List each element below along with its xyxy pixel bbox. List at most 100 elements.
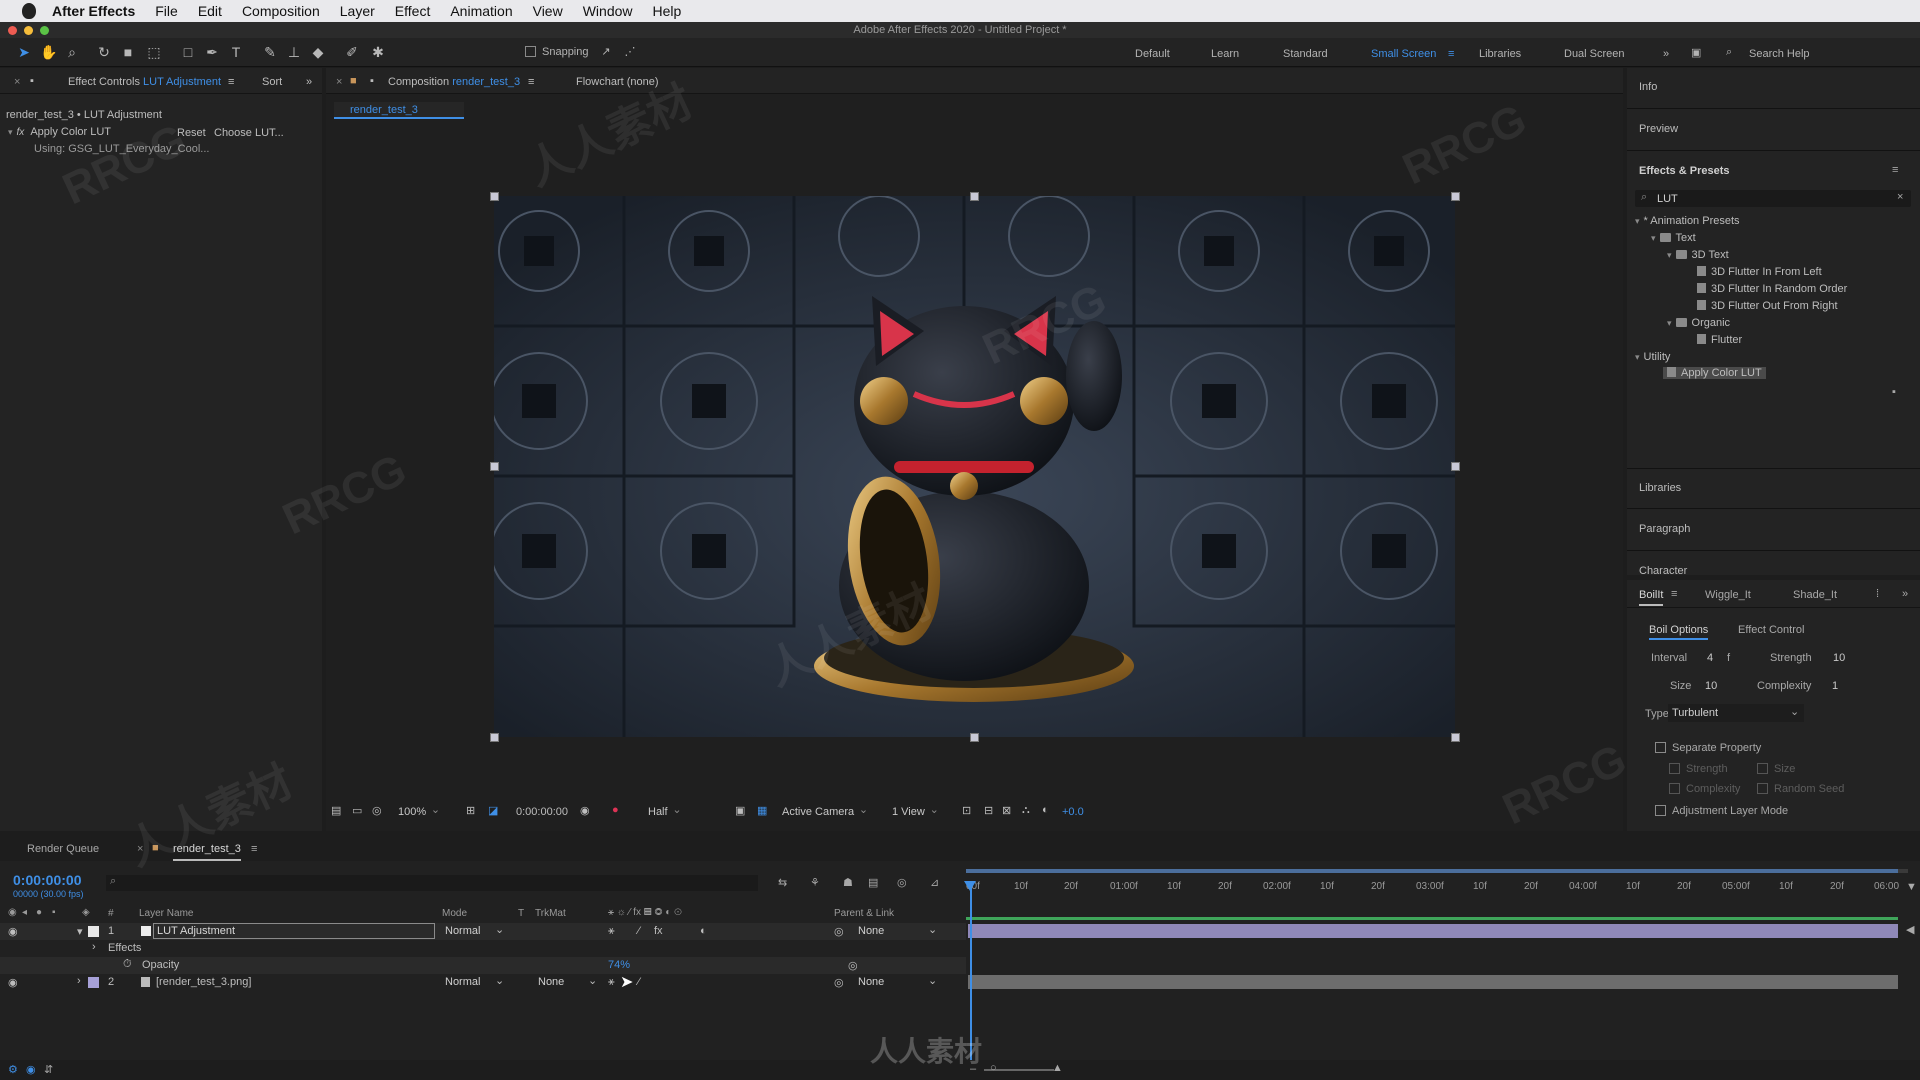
hand-tool-icon[interactable]: ✋ [40,44,57,60]
eye-icon[interactable]: ◉ [8,907,17,918]
draft-3d-icon[interactable]: ⚘ [810,876,820,889]
transform-handle-bl[interactable] [490,733,499,742]
expand-chevron-icon[interactable]: › [77,975,81,987]
layer-mode-dropdown[interactable]: Normal [445,925,480,937]
type-dropdown[interactable]: Turbulent ⌄ [1668,704,1804,722]
tree-3d-text[interactable]: ▾ 3D Text [1667,249,1729,261]
new-bin-icon[interactable]: ▪ [1892,386,1896,398]
transform-handle-tl[interactable] [490,192,499,201]
chevron-down-icon[interactable]: ▾ [1651,233,1656,243]
tree-utility[interactable]: ▾ Utility [1635,351,1670,363]
brush-tool-icon[interactable]: ✎ [262,44,278,60]
app-menu[interactable]: After Effects [52,3,135,19]
separate-property-checkbox[interactable] [1655,742,1666,753]
layer-name[interactable]: [render_test_3.png] [156,976,251,988]
tab-effect-control[interactable]: Effect Control [1738,624,1804,636]
layer-row[interactable]: ◉ ▾ 1 LUT Adjustment Normal ⌄ ⚹ ⁄ fx ◐ ◎… [0,923,966,940]
stopwatch-icon[interactable]: ⏱ [123,958,132,971]
chevron-down-icon[interactable]: ▾ [1635,352,1640,362]
toggle-switches-icon[interactable]: ⚙ [8,1063,18,1076]
region-of-interest-icon[interactable]: ▣ [735,804,745,817]
tree-apply-color-lut[interactable]: Apply Color LUT [1663,367,1766,379]
rectangle-tool-icon[interactable]: □ [180,44,196,60]
comp-marker-icon[interactable]: ▼ [1906,881,1917,893]
monitor-icon[interactable]: ▭ [352,804,362,817]
parent-dropdown[interactable]: None [858,976,884,988]
quality-switch-icon[interactable]: ⁄ [638,925,640,937]
lock-icon[interactable]: ▪ [52,907,56,918]
workspace-learn[interactable]: Learn [1211,48,1239,60]
effect-row-apply-color-lut[interactable]: ▾ fx Apply Color LUT [8,126,111,138]
sep-size-checkbox[interactable] [1757,763,1768,774]
tab-wiggle-it[interactable]: Wiggle_It [1705,589,1751,601]
adjustment-switch-icon[interactable]: ◐ [700,925,707,937]
sep-strength-toggle[interactable]: Strength [1669,763,1728,775]
comp-subtab[interactable]: render_test_3 [334,102,464,119]
complexity-input[interactable]: 1 [1832,680,1838,692]
zoom-in-icon[interactable]: ▲ [1052,1062,1063,1074]
tab-shade-it[interactable]: Shade_It [1793,589,1837,601]
layer-mode-dropdown[interactable]: Normal [445,976,480,988]
panel-menu-icon[interactable]: ≡ [251,843,257,855]
zoom-slider-thumb[interactable]: ○ [990,1062,997,1074]
shy-switch-icon[interactable]: ⚹ [608,976,615,989]
viewer-timecode[interactable]: 0:00:00:00 [516,806,568,818]
opacity-property-row[interactable]: ⏱ Opacity 74% ◎ [0,957,966,974]
clear-search-icon[interactable]: × [1897,191,1903,203]
tree-animation-presets[interactable]: ▾ * Animation Presets [1635,215,1740,227]
timeline-search-input[interactable]: ⌕ [106,875,758,891]
time-ruler[interactable]: 00f 10f 20f 01:00f 10f 20f 02:00f 10f 20… [966,875,1908,897]
apple-icon[interactable] [22,3,36,19]
close-window-button[interactable] [8,26,17,35]
pan-behind-tool-icon[interactable]: ⬚ [146,44,162,60]
layer1-duration-bar[interactable] [968,924,1898,938]
expand-chevron-icon[interactable]: ▾ [8,127,13,137]
menu-composition[interactable]: Composition [242,3,320,19]
layer-row[interactable]: ◉ › 2 [render_test_3.png] Normal ⌄ None … [0,974,966,991]
fx-icon[interactable]: fx [17,127,25,138]
adjustment-layer-mode-toggle[interactable]: Adjustment Layer Mode [1655,805,1788,817]
sep-strength-checkbox[interactable] [1669,763,1680,774]
toggle-render-time-icon[interactable]: ⇵ [44,1063,53,1076]
close-tab-icon[interactable]: × [137,843,143,855]
opacity-value[interactable]: 74% [608,959,630,971]
column-mode[interactable]: Mode [442,908,467,919]
strength-input[interactable]: 10 [1833,652,1845,664]
libraries-section[interactable]: Libraries [1627,468,1920,509]
camera-dropdown[interactable]: Active Camera [782,803,868,818]
transform-handle-mr[interactable] [1451,462,1460,471]
separate-property-toggle[interactable]: Separate Property [1655,742,1761,754]
composition-tab[interactable]: Composition render_test_3 [388,76,520,88]
workspace-libraries[interactable]: Libraries [1479,48,1521,60]
layer-name-field[interactable]: LUT Adjustment [153,923,435,939]
selection-tool-icon[interactable]: ➤ [16,44,32,60]
transform-handle-ml[interactable] [490,462,499,471]
rotate-tool-icon[interactable]: ↻ [96,44,112,60]
expression-pickwhip-icon[interactable]: ◎ [848,959,858,972]
label-color-swatch[interactable] [88,926,99,937]
info-section[interactable]: Info [1627,68,1920,109]
shy-switch-icon[interactable]: ⚹ [608,925,615,938]
effect-controls-tab[interactable]: Effect Controls LUT Adjustment [68,76,221,88]
camera-tool-icon[interactable]: ■ [120,44,136,60]
timeline-icon[interactable]: ⊠ [1002,804,1011,817]
frame-blending-icon[interactable]: ▤ [868,876,878,889]
eraser-tool-icon[interactable]: ◆ [310,44,326,60]
flowchart-icon[interactable]: ⛬ [1022,804,1030,817]
workspace-dual-screen[interactable]: Dual Screen [1564,48,1625,60]
column-parent-link[interactable]: Parent & Link [834,908,894,919]
panel-menu-icon[interactable]: ≡ [528,76,534,88]
graph-editor-icon[interactable]: ⊿ [930,876,939,889]
label-icon[interactable]: ◈ [82,907,90,918]
overflow-icon[interactable]: » [306,76,312,88]
search-help-input[interactable]: Search Help [1749,48,1810,60]
zoom-dropdown[interactable]: 100% [398,803,440,818]
chevron-down-icon[interactable]: ⌄ [495,974,504,987]
sep-size-toggle[interactable]: Size [1757,763,1795,775]
tree-text[interactable]: ▾ Text [1651,232,1696,244]
minimize-window-button[interactable] [24,26,33,35]
chevron-down-icon[interactable]: ⌄ [495,923,504,936]
reset-link[interactable]: Reset [177,127,206,139]
lock-icon[interactable]: ▪ [30,75,34,87]
render-queue-tab[interactable]: Render Queue [27,843,99,855]
